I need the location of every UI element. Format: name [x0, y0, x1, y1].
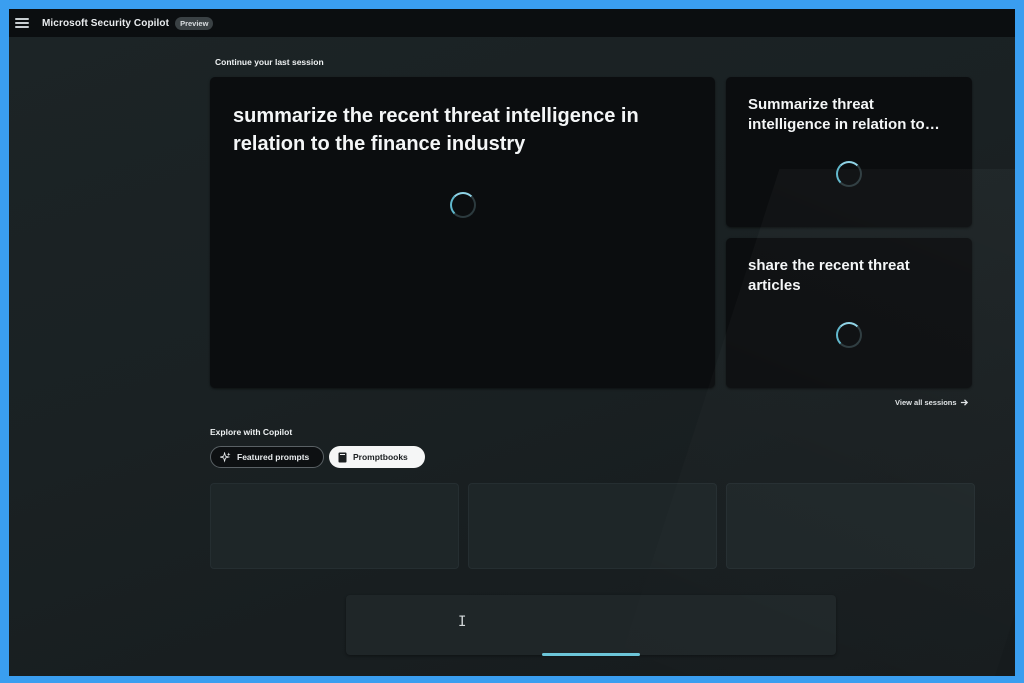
input-progress-bar [542, 653, 640, 656]
hamburger-menu-icon[interactable] [15, 18, 29, 28]
text-cursor-icon: I [458, 614, 467, 630]
top-bar: Microsoft Security Copilot Preview [9, 9, 1015, 37]
promptbook-card[interactable] [726, 483, 975, 569]
loading-spinner-icon [836, 322, 862, 348]
app-window: Microsoft Security Copilot Preview Conti… [9, 9, 1015, 676]
prompt-input-box[interactable]: I [346, 595, 836, 656]
session-card-title: Summarize threat intelligence in relatio… [748, 96, 940, 133]
chip-label: Promptbooks [353, 452, 408, 462]
session-card-title: share the recent threat articles [748, 257, 910, 294]
loading-spinner-icon [450, 192, 476, 218]
session-card-3[interactable]: share the recent threat articles [726, 238, 972, 388]
session-card-title: summarize the recent threat intelligence… [233, 105, 639, 155]
explore-heading: Explore with Copilot [210, 427, 293, 437]
book-icon [338, 452, 347, 462]
view-all-sessions-link[interactable]: View all sessions [895, 398, 969, 407]
session-card-main[interactable]: summarize the recent threat intelligence… [210, 77, 715, 388]
sessions-heading: Continue your last session [215, 57, 324, 67]
view-all-label: View all sessions [895, 398, 957, 407]
chip-label: Featured prompts [237, 452, 310, 462]
featured-prompts-tab[interactable]: Featured prompts [210, 446, 324, 468]
preview-badge: Preview [175, 16, 214, 30]
promptbook-card[interactable] [468, 483, 717, 569]
promptbook-card[interactable] [210, 483, 459, 569]
arrow-right-icon [960, 399, 968, 406]
sparkle-icon [220, 451, 231, 463]
session-card-2[interactable]: Summarize threat intelligence in relatio… [726, 77, 972, 227]
app-title: Microsoft Security Copilot [42, 17, 170, 29]
promptbooks-tab[interactable]: Promptbooks [329, 446, 425, 468]
loading-spinner-icon [836, 161, 862, 187]
